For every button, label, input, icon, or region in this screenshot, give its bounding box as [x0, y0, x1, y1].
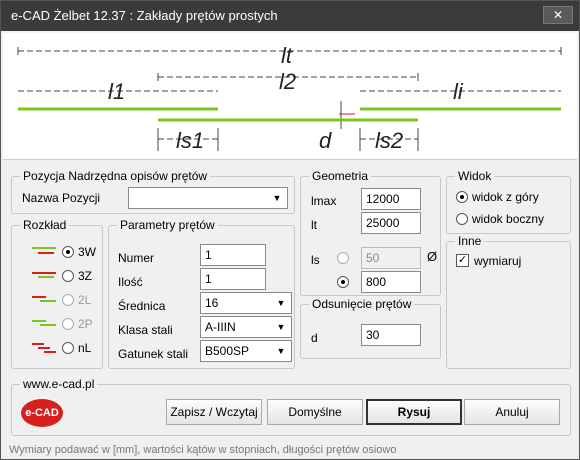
- gatunek-value: B500SP: [205, 344, 250, 358]
- ilosc-label: Ilość: [118, 275, 143, 289]
- layout-3w-radio[interactable]: [62, 246, 74, 258]
- lt-label: lt: [311, 218, 317, 232]
- ls-option2-input[interactable]: 800: [361, 271, 421, 293]
- pozycja-legend: Pozycja Nadrzędna opisów prętów: [20, 169, 211, 183]
- group-pozycja: Pozycja Nadrzędna opisów prętów Nazwa Po…: [11, 169, 295, 214]
- ecad-logo: e-CAD: [21, 399, 63, 427]
- layout-nl-icon: [32, 343, 56, 353]
- srednica-label: Średnica: [118, 299, 166, 313]
- gatunek-label: Gatunek stali: [118, 347, 189, 361]
- ls-option1-radio[interactable]: [337, 252, 349, 264]
- diameter-icon: Ø: [427, 249, 438, 264]
- layout-3w-icon: [32, 247, 56, 254]
- widok-boczny-label[interactable]: widok boczny: [472, 212, 544, 226]
- layout-3z-label[interactable]: 3Z: [78, 269, 92, 283]
- klasa-label: Klasa stali: [118, 323, 173, 337]
- lap-diagram: lt l1 l2 li ls1 d ls2: [3, 33, 577, 160]
- dim-d: d: [319, 128, 332, 153]
- wymiaruj-label[interactable]: wymiaruj: [474, 254, 521, 268]
- zapisz-wczytaj-button[interactable]: Zapisz / Wczytaj: [166, 399, 262, 425]
- d-label: d: [311, 331, 318, 345]
- geometria-legend: Geometria: [309, 169, 372, 183]
- group-geometria: Geometria lmax 12000 lt 25000 ls 50 Ø 80…: [300, 169, 441, 296]
- klasa-value: A-IIIN: [205, 320, 236, 334]
- layout-nl-radio[interactable]: [62, 342, 74, 354]
- group-parametry: Parametry prętów Numer 1 Ilość 1 Średnic…: [108, 218, 295, 369]
- ls-option1-input[interactable]: 50: [361, 247, 421, 269]
- layout-3z-radio[interactable]: [62, 270, 74, 282]
- rysuj-button[interactable]: Rysuj: [366, 399, 462, 425]
- widok-boczny-radio[interactable]: [456, 213, 468, 225]
- lmax-label: lmax: [311, 194, 337, 208]
- srednica-select[interactable]: 16 ▼: [200, 292, 292, 314]
- dim-lt: lt: [281, 43, 293, 68]
- dim-l1: l1: [108, 79, 125, 104]
- layout-3w-label[interactable]: 3W: [78, 245, 96, 259]
- nazwa-pozycji-select[interactable]: ▼: [128, 187, 288, 209]
- anuluj-button[interactable]: Anuluj: [464, 399, 560, 425]
- group-widok: Widok widok z góry widok boczny: [446, 169, 571, 234]
- dim-li: li: [453, 79, 464, 104]
- chevron-down-icon: ▼: [276, 346, 286, 356]
- window-title: e-CAD Żelbet 12.37 : Zakłady prętów pros…: [11, 8, 278, 23]
- lap-diagram-svg: lt l1 l2 li ls1 d ls2: [17, 43, 562, 153]
- layout-2p-label[interactable]: 2P: [78, 317, 93, 331]
- group-inne: Inne ✓ wymiaruj: [446, 234, 571, 369]
- domyslne-button[interactable]: Domyślne: [267, 399, 363, 425]
- odsuniecie-legend: Odsunięcie prętów: [309, 297, 415, 311]
- group-rozklad: Rozkład 3W 3Z 2L 2P nL: [11, 218, 103, 369]
- srednica-value: 16: [205, 296, 219, 310]
- chevron-down-icon: ▼: [276, 322, 286, 332]
- numer-input[interactable]: 1: [200, 244, 266, 266]
- dim-ls2: ls2: [375, 128, 403, 153]
- widok-z-gory-label[interactable]: widok z góry: [472, 190, 539, 204]
- widok-legend: Widok: [455, 169, 495, 183]
- layout-2l-icon: [32, 296, 56, 302]
- ls-label: ls: [311, 253, 320, 267]
- nazwa-pozycji-label: Nazwa Pozycji: [22, 191, 101, 205]
- layout-2p-icon: [32, 320, 56, 326]
- layout-2p-radio[interactable]: [62, 318, 74, 330]
- ls-option2-radio[interactable]: [337, 276, 349, 288]
- dim-l2: l2: [279, 69, 296, 94]
- close-icon: ✕: [552, 8, 564, 22]
- parametry-legend: Parametry prętów: [117, 218, 218, 232]
- title-bar: e-CAD Żelbet 12.37 : Zakłady prętów pros…: [1, 1, 579, 31]
- widok-z-gory-radio[interactable]: [456, 191, 468, 203]
- layout-2l-label[interactable]: 2L: [78, 293, 91, 307]
- klasa-select[interactable]: A-IIIN ▼: [200, 316, 292, 338]
- lt-input[interactable]: 25000: [361, 212, 421, 234]
- layout-nl-label[interactable]: nL: [78, 341, 91, 355]
- website-legend[interactable]: www.e-cad.pl: [20, 377, 98, 391]
- wymiaruj-checkbox[interactable]: ✓: [456, 254, 469, 267]
- inne-legend: Inne: [455, 234, 485, 248]
- layout-2l-radio[interactable]: [62, 294, 74, 306]
- layout-3z-icon: [32, 272, 56, 278]
- rozklad-legend: Rozkład: [20, 218, 70, 232]
- dialog-window: e-CAD Żelbet 12.37 : Zakłady prętów pros…: [0, 0, 580, 460]
- ilosc-input[interactable]: 1: [200, 268, 266, 290]
- dim-ls1: ls1: [176, 128, 204, 153]
- chevron-down-icon: ▼: [276, 298, 286, 308]
- lmax-input[interactable]: 12000: [361, 188, 421, 210]
- group-odsuniecie: Odsunięcie prętów d 30: [300, 297, 441, 359]
- gatunek-select[interactable]: B500SP ▼: [200, 340, 292, 362]
- status-hint: Wymiary podawać w [mm], wartości kątów w…: [9, 444, 397, 456]
- chevron-down-icon: ▼: [272, 193, 282, 203]
- close-button[interactable]: ✕: [543, 6, 573, 24]
- numer-label: Numer: [118, 251, 155, 265]
- d-input[interactable]: 30: [361, 324, 421, 346]
